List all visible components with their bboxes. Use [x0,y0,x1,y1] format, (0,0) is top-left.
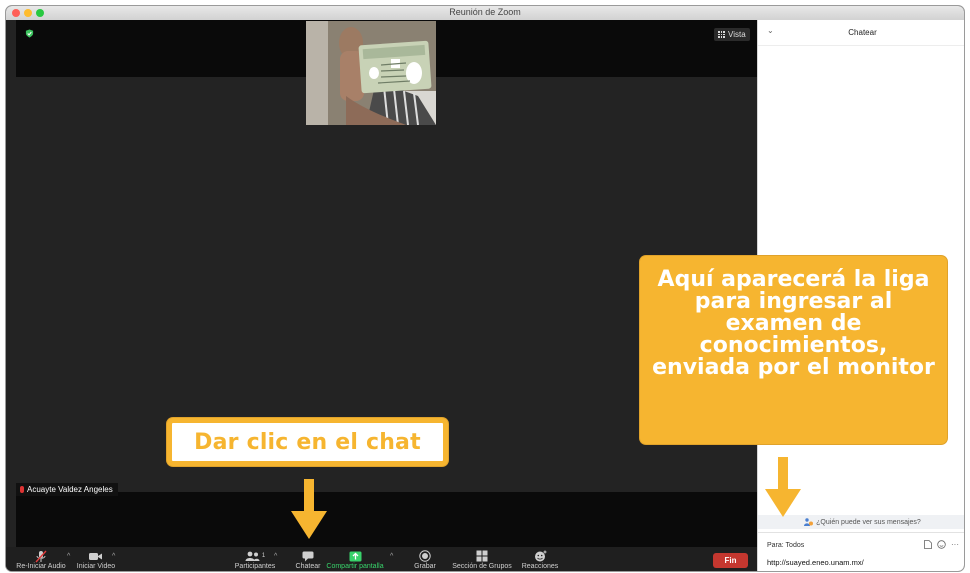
participants-button-label: Participantes [234,563,276,570]
participants-button[interactable]: 1 Participantes [230,547,280,571]
audio-options-caret[interactable]: ^ [67,553,70,560]
share-screen-icon [349,551,361,561]
arrow-down-to-chat-icon [291,479,327,539]
participant-name: Acuayte Valdez Angeles [27,485,113,494]
title-bar: Reunión de Zoom [6,6,964,21]
chat-instruction-text: Dar clic en el chat [194,429,421,455]
mic-muted-small-icon [20,486,24,493]
video-options-caret[interactable]: ^ [112,553,115,560]
video-button-label: Iniciar Video [76,563,116,570]
chat-bubble-icon [302,551,314,561]
audio-button[interactable]: Re-Iniciar Audio [10,547,72,571]
chat-compose-area: Para: Todos ··· http://suayed.eneo.unam.… [758,532,964,571]
who-can-see-messages-text: ¿Quién puede ver sus mensajes? [816,518,921,526]
end-meeting-button[interactable]: Fin [713,553,748,568]
meeting-toolbar: Re-Iniciar Audio ^ Iniciar Video ^ 1 Par… [6,547,757,571]
mic-muted-icon [35,550,47,562]
record-button[interactable]: Grabar [410,547,440,571]
view-button-label: Vista [728,30,746,39]
people-icon [245,551,260,561]
reactions-button[interactable]: Reacciones [518,547,562,571]
more-options-icon[interactable]: ··· [951,540,959,548]
participant-name-tag: Acuayte Valdez Angeles [16,483,118,496]
share-options-caret[interactable]: ^ [390,553,393,560]
chat-button-label: Chatear [295,563,321,570]
emoji-icon[interactable] [937,540,946,549]
chat-compose-tools: ··· [924,540,959,549]
record-button-label: Grabar [414,563,436,570]
chat-header: ⌄ Chatear [758,20,964,46]
recipient-selector[interactable]: Para: Todos [767,542,804,549]
share-screen-button-label: Compartir pantalla [326,563,384,570]
file-icon[interactable] [924,540,932,549]
link-instruction-text: Aquí aparecerá la liga para ingresar al … [652,267,935,380]
share-screen-button[interactable]: Compartir pantalla [320,547,390,571]
emoji-plus-icon [534,550,546,562]
bottom-video-band [16,492,757,547]
participants-options-caret[interactable]: ^ [274,553,277,560]
participant-video-thumbnail[interactable] [306,21,436,125]
link-instruction-callout: Aquí aparecerá la liga para ingresar al … [640,256,947,444]
record-icon [419,550,431,562]
chat-message-input[interactable]: http://suayed.eneo.unam.mx/ [767,558,864,567]
shield-check-icon[interactable] [25,29,34,38]
webcam-frame-image [306,21,436,125]
breakout-rooms-button-label: Sección de Grupos [452,563,512,570]
chat-title: Chatear [848,28,877,37]
people-info-icon [804,518,814,526]
reactions-button-label: Reacciones [521,563,559,570]
breakout-rooms-button[interactable]: Sección de Grupos [450,547,514,571]
video-camera-icon [89,552,102,560]
chat-instruction-callout: Dar clic en el chat [167,418,448,466]
grid-icon [718,31,725,38]
view-button[interactable]: Vista [714,28,750,41]
window-title: Reunión de Zoom [449,7,521,17]
audio-button-label: Re-Iniciar Audio [16,563,66,570]
participants-count: 1 [261,553,266,559]
breakout-rooms-icon [476,550,488,562]
arrow-down-to-chat-input-icon [765,457,801,517]
